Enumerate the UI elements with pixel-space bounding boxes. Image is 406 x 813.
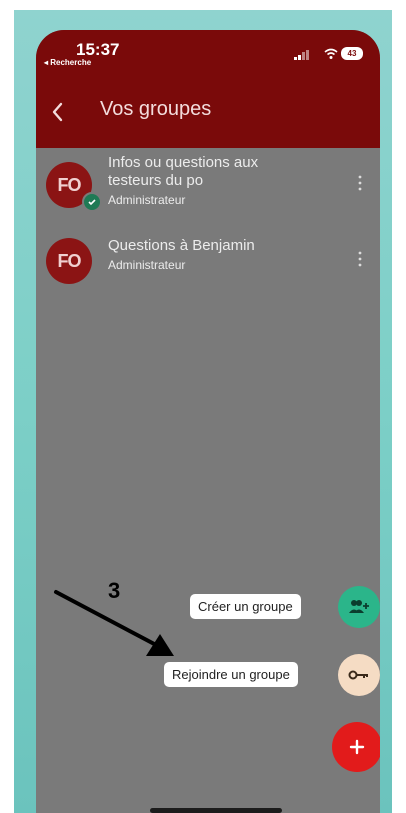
group-role: Administrateur — [108, 193, 186, 207]
battery-indicator: 43 — [341, 47, 363, 60]
group-title-line1: Questions à Benjamin — [108, 237, 255, 254]
avatar-logo: FO — [57, 250, 82, 271]
add-group-icon — [349, 600, 369, 613]
more-options-icon[interactable] — [358, 174, 362, 192]
check-badge-icon — [82, 192, 102, 212]
create-group-label[interactable]: Créer un groupe — [190, 594, 301, 619]
phone-screen: 15:37 ◂ Recherche 43 Vos groupes FO Info… — [36, 30, 380, 813]
status-time: 15:37 — [76, 40, 120, 59]
group-row-1[interactable]: FO Infos ou questions aux testeurs du po… — [36, 148, 380, 238]
create-group-button[interactable] — [338, 586, 380, 628]
more-options-icon[interactable] — [358, 250, 362, 268]
signal-icon — [294, 50, 309, 60]
wifi-icon — [324, 48, 338, 59]
groups-list: FO Infos ou questions aux testeurs du po… — [36, 148, 380, 298]
join-group-button[interactable] — [338, 654, 380, 696]
group-title-line2: testeurs du po — [108, 172, 204, 189]
annotation-arrow-icon — [54, 590, 174, 656]
group-row-2[interactable]: FO Questions à Benjamin Administrateur — [36, 237, 380, 298]
main-fab-button[interactable] — [332, 722, 380, 772]
group-avatar: FO — [46, 238, 92, 284]
group-title-line1: Infos ou questions aux — [108, 154, 259, 171]
join-group-label[interactable]: Rejoindre un groupe — [164, 662, 298, 687]
page-title: Vos groupes — [100, 98, 212, 120]
key-icon — [348, 670, 368, 680]
status-back-link[interactable]: ◂ Recherche — [44, 58, 91, 67]
avatar-logo: FO — [57, 174, 82, 195]
group-role: Administrateur — [108, 258, 186, 272]
home-indicator — [150, 808, 282, 813]
chevron-left-icon[interactable] — [48, 100, 68, 124]
plus-icon — [349, 739, 365, 755]
app-header: 15:37 ◂ Recherche 43 Vos groupes — [36, 30, 380, 148]
